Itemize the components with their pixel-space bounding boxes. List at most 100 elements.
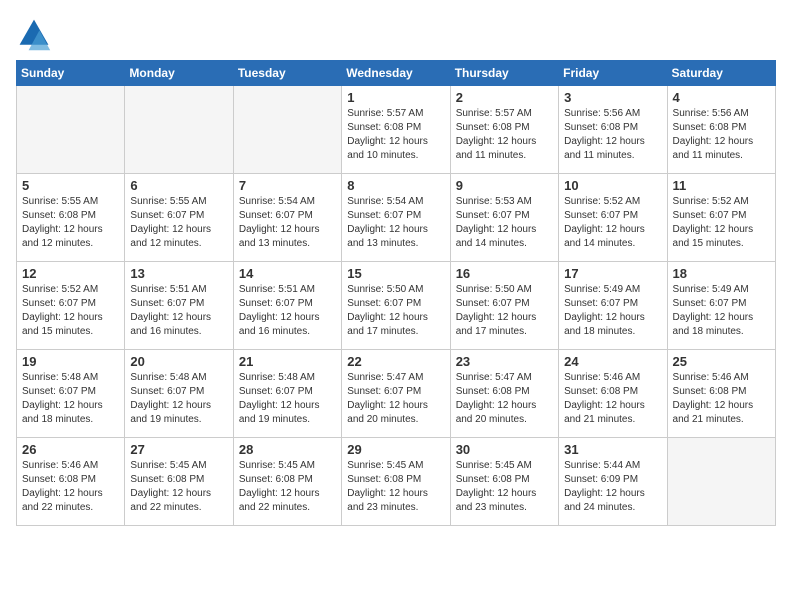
day-number: 15: [347, 266, 444, 281]
sunset-info: Sunset: 6:07 PM: [564, 209, 661, 223]
cell-info: Sunrise: 5:45 AMSunset: 6:08 PMDaylight:…: [239, 459, 336, 515]
calendar-cell: 4Sunrise: 5:56 AMSunset: 6:08 PMDaylight…: [667, 86, 775, 174]
cell-info: Sunrise: 5:55 AMSunset: 6:08 PMDaylight:…: [22, 195, 119, 251]
day-number: 1: [347, 90, 444, 105]
daylight-hours: Daylight: 12 hours and 12 minutes.: [22, 223, 119, 251]
daylight-hours: Daylight: 12 hours and 14 minutes.: [564, 223, 661, 251]
sunset-info: Sunset: 6:07 PM: [130, 385, 227, 399]
cell-info: Sunrise: 5:56 AMSunset: 6:08 PMDaylight:…: [564, 107, 661, 163]
cell-info: Sunrise: 5:52 AMSunset: 6:07 PMDaylight:…: [673, 195, 770, 251]
cell-info: Sunrise: 5:46 AMSunset: 6:08 PMDaylight:…: [22, 459, 119, 515]
calendar-cell: 20Sunrise: 5:48 AMSunset: 6:07 PMDayligh…: [125, 350, 233, 438]
sunrise-info: Sunrise: 5:47 AM: [456, 371, 553, 385]
sunset-info: Sunset: 6:07 PM: [347, 385, 444, 399]
sunset-info: Sunset: 6:08 PM: [456, 473, 553, 487]
daylight-hours: Daylight: 12 hours and 21 minutes.: [673, 399, 770, 427]
cell-info: Sunrise: 5:44 AMSunset: 6:09 PMDaylight:…: [564, 459, 661, 515]
day-number: 8: [347, 178, 444, 193]
week-row-1: 1 Sunrise: 5:57 AMSunset: 6:08 PMDaylight…: [17, 86, 776, 174]
cell-info: Sunrise: 5:55 AMSunset: 6:07 PMDaylight:…: [130, 195, 227, 251]
sunrise-info: Sunrise: 5:56 AM: [564, 107, 661, 121]
sunrise-info: Sunrise: 5:55 AM: [22, 195, 119, 209]
cell-info: Sunrise: 5:52 AMSunset: 6:07 PMDaylight:…: [564, 195, 661, 251]
calendar-cell: 15 Sunrise: 5:50 AMSunset: 6:07 PMDayligh…: [342, 262, 450, 350]
week-row-4: 19Sunrise: 5:48 AMSunset: 6:07 PMDayligh…: [17, 350, 776, 438]
daylight-hours: Daylight: 12 hours and 19 minutes.: [239, 399, 336, 427]
cell-info: Sunrise: 5:52 AMSunset: 6:07 PMDaylight:…: [22, 283, 119, 339]
daylight-hours: Daylight: 12 hours and 23 minutes.: [456, 487, 553, 515]
col-header-thursday: Thursday: [450, 61, 558, 86]
cell-info: Sunrise: 5:53 AMSunset: 6:07 PMDaylight:…: [456, 195, 553, 251]
col-header-tuesday: Tuesday: [233, 61, 341, 86]
calendar-cell: 23 Sunrise: 5:47 AMSunset: 6:08 PMDayligh…: [450, 350, 558, 438]
calendar-cell: 6 Sunrise: 5:55 AMSunset: 6:07 PMDaylight…: [125, 174, 233, 262]
cell-info: Sunrise: 5:56 AMSunset: 6:08 PMDaylight:…: [673, 107, 770, 163]
sunrise-info: Sunrise: 5:47 AM: [347, 371, 444, 385]
day-number: 9: [456, 178, 553, 193]
sunrise-info: Sunrise: 5:48 AM: [239, 371, 336, 385]
calendar-table: SundayMondayTuesdayWednesdayThursdayFrid…: [16, 60, 776, 526]
day-number: 27: [130, 442, 227, 457]
day-number: 23: [456, 354, 553, 369]
sunrise-info: Sunrise: 5:46 AM: [673, 371, 770, 385]
cell-info: Sunrise: 5:50 AMSunset: 6:07 PMDaylight:…: [347, 283, 444, 339]
day-number: 14: [239, 266, 336, 281]
week-row-5: 26Sunrise: 5:46 AMSunset: 6:08 PMDayligh…: [17, 438, 776, 526]
daylight-hours: Daylight: 12 hours and 11 minutes.: [456, 135, 553, 163]
sunset-info: Sunset: 6:07 PM: [130, 297, 227, 311]
sunrise-info: Sunrise: 5:44 AM: [564, 459, 661, 473]
cell-info: Sunrise: 5:57 AMSunset: 6:08 PMDaylight:…: [456, 107, 553, 163]
header: [16, 10, 776, 52]
calendar-cell: 5Sunrise: 5:55 AMSunset: 6:08 PMDaylight…: [17, 174, 125, 262]
daylight-hours: Daylight: 12 hours and 21 minutes.: [564, 399, 661, 427]
sunset-info: Sunset: 6:07 PM: [673, 297, 770, 311]
sunset-info: Sunset: 6:08 PM: [564, 385, 661, 399]
cell-info: Sunrise: 5:45 AMSunset: 6:08 PMDaylight:…: [347, 459, 444, 515]
calendar-cell: 29 Sunrise: 5:45 AMSunset: 6:08 PMDayligh…: [342, 438, 450, 526]
calendar-cell: 30Sunrise: 5:45 AMSunset: 6:08 PMDayligh…: [450, 438, 558, 526]
cell-info: Sunrise: 5:49 AMSunset: 6:07 PMDaylight:…: [673, 283, 770, 339]
sunrise-info: Sunrise: 5:55 AM: [130, 195, 227, 209]
day-number: 16: [456, 266, 553, 281]
day-number: 6: [130, 178, 227, 193]
sunset-info: Sunset: 6:07 PM: [564, 297, 661, 311]
daylight-hours: Daylight: 12 hours and 22 minutes.: [130, 487, 227, 515]
cell-info: Sunrise: 5:47 AMSunset: 6:08 PMDaylight:…: [456, 371, 553, 427]
calendar-cell: 28Sunrise: 5:45 AMSunset: 6:08 PMDayligh…: [233, 438, 341, 526]
cell-info: Sunrise: 5:54 AMSunset: 6:07 PMDaylight:…: [239, 195, 336, 251]
calendar-cell: [233, 86, 341, 174]
week-row-3: 12Sunrise: 5:52 AMSunset: 6:07 PMDayligh…: [17, 262, 776, 350]
day-number: 29: [347, 442, 444, 457]
sunrise-info: Sunrise: 5:48 AM: [130, 371, 227, 385]
cell-info: Sunrise: 5:51 AMSunset: 6:07 PMDaylight:…: [239, 283, 336, 339]
calendar-cell: 13Sunrise: 5:51 AMSunset: 6:07 PMDayligh…: [125, 262, 233, 350]
sunrise-info: Sunrise: 5:45 AM: [130, 459, 227, 473]
daylight-hours: Daylight: 12 hours and 18 minutes.: [673, 311, 770, 339]
col-header-friday: Friday: [559, 61, 667, 86]
cell-info: Sunrise: 5:54 AMSunset: 6:07 PMDaylight:…: [347, 195, 444, 251]
calendar-cell: 2Sunrise: 5:57 AMSunset: 6:08 PMDaylight…: [450, 86, 558, 174]
daylight-hours: Daylight: 12 hours and 20 minutes.: [456, 399, 553, 427]
sunrise-info: Sunrise: 5:51 AM: [239, 283, 336, 297]
daylight-hours: Daylight: 12 hours and 22 minutes.: [22, 487, 119, 515]
daylight-hours: Daylight: 12 hours and 16 minutes.: [130, 311, 227, 339]
sunset-info: Sunset: 6:08 PM: [456, 385, 553, 399]
logo: [16, 16, 56, 52]
calendar-cell: 24Sunrise: 5:46 AMSunset: 6:08 PMDayligh…: [559, 350, 667, 438]
day-number: 7: [239, 178, 336, 193]
cell-info: Sunrise: 5:50 AMSunset: 6:07 PMDaylight:…: [456, 283, 553, 339]
day-number: 21: [239, 354, 336, 369]
sunset-info: Sunset: 6:07 PM: [22, 297, 119, 311]
sunset-info: Sunset: 6:07 PM: [239, 385, 336, 399]
calendar-cell: 31 Sunrise: 5:44 AMSunset: 6:09 PMDayligh…: [559, 438, 667, 526]
calendar-cell: 8 Sunrise: 5:54 AMSunset: 6:07 PMDaylight…: [342, 174, 450, 262]
logo-icon: [16, 16, 52, 52]
calendar-cell: [125, 86, 233, 174]
sunset-info: Sunset: 6:07 PM: [456, 209, 553, 223]
day-number: 31: [564, 442, 661, 457]
header-row: SundayMondayTuesdayWednesdayThursdayFrid…: [17, 61, 776, 86]
sunrise-info: Sunrise: 5:46 AM: [22, 459, 119, 473]
sunrise-info: Sunrise: 5:53 AM: [456, 195, 553, 209]
sunrise-info: Sunrise: 5:49 AM: [673, 283, 770, 297]
daylight-hours: Daylight: 12 hours and 13 minutes.: [239, 223, 336, 251]
